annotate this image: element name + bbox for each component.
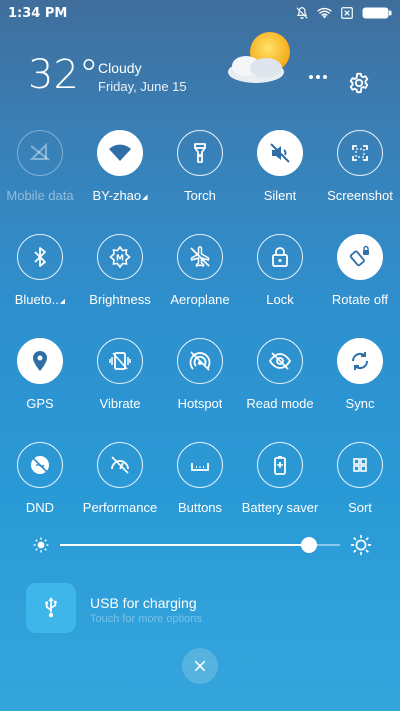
- tile-label: Blueto..: [14, 292, 59, 307]
- tile-label: BY-zhao: [92, 188, 142, 203]
- tile-label: Buttons: [177, 500, 223, 515]
- tile-label: DND: [25, 500, 55, 515]
- performance-icon: [97, 442, 143, 488]
- tile-performance[interactable]: Performance: [80, 442, 160, 546]
- brightness-high-icon: [350, 534, 372, 556]
- tile-label: Battery saver: [241, 500, 319, 515]
- status-icons: [295, 6, 392, 20]
- close-icon[interactable]: [182, 648, 218, 684]
- wifi-icon: [317, 7, 332, 20]
- tile-lock[interactable]: Lock: [240, 234, 320, 338]
- tile-label: Performance: [82, 500, 158, 515]
- weather-condition: Cloudy: [98, 60, 142, 76]
- tile-label: Brightness: [89, 292, 151, 307]
- tile-dnd[interactable]: DND: [0, 442, 80, 546]
- weather-header: 32° Cloudy Friday, June 15: [28, 32, 378, 102]
- tile-bluetooth[interactable]: Blueto..◢: [0, 234, 80, 338]
- tile-buttons[interactable]: Buttons: [160, 442, 240, 546]
- quick-settings-row: DND Performance Buttons Battery saver So…: [0, 442, 400, 546]
- lock-icon: [257, 234, 303, 280]
- tile-screenshot[interactable]: Screenshot: [320, 130, 400, 234]
- notifications-muted-icon: [295, 6, 309, 20]
- partly-cloudy-icon: [220, 28, 300, 88]
- quick-settings-row: Mobile data BY-zhao◢ Torch Silent Screen…: [0, 130, 400, 234]
- mobile-data-off-icon: [17, 130, 63, 176]
- battery-icon: [362, 7, 392, 19]
- tile-torch[interactable]: Torch: [160, 130, 240, 234]
- tile-hotspot[interactable]: Hotspot: [160, 338, 240, 442]
- expand-triangle-icon[interactable]: ◢: [60, 298, 65, 305]
- bluetooth-icon: [17, 234, 63, 280]
- tile-label: Lock: [266, 292, 294, 307]
- read-mode-icon: [257, 338, 303, 384]
- hotspot-icon: [177, 338, 223, 384]
- status-bar: 1:34 PM: [0, 0, 400, 26]
- tile-aeroplane[interactable]: Aeroplane: [160, 234, 240, 338]
- temperature: 32°: [28, 52, 99, 98]
- tile-gps[interactable]: GPS: [0, 338, 80, 442]
- usb-notification[interactable]: USB for charging Touch for more options: [26, 583, 386, 633]
- tile-label: Read mode: [246, 396, 314, 411]
- aeroplane-icon: [177, 234, 223, 280]
- rotate-lock-icon: [337, 234, 383, 280]
- tile-sync[interactable]: Sync: [320, 338, 400, 442]
- tile-wifi[interactable]: BY-zhao◢: [80, 130, 160, 234]
- tile-battery-saver[interactable]: Battery saver: [240, 442, 320, 546]
- buttons-icon: [177, 442, 223, 488]
- tile-rotate-off[interactable]: Rotate off: [320, 234, 400, 338]
- brightness-fill: [60, 544, 310, 546]
- tile-sort[interactable]: Sort: [320, 442, 400, 546]
- notification-title: USB for charging: [90, 595, 197, 611]
- torch-icon: [177, 130, 223, 176]
- tile-label: Silent: [263, 188, 297, 203]
- battery-saver-icon: [257, 442, 303, 488]
- weather-date: Friday, June 15: [98, 79, 187, 94]
- notification-subtitle: Touch for more options: [90, 613, 202, 625]
- tile-brightness[interactable]: M Brightness: [80, 234, 160, 338]
- tile-label: Vibrate: [99, 396, 141, 411]
- tile-label: Sync: [345, 396, 375, 411]
- brightness-slider[interactable]: [60, 537, 340, 553]
- tile-vibrate[interactable]: Vibrate: [80, 338, 160, 442]
- auto-brightness-icon: M: [97, 234, 143, 280]
- quick-settings-row: Blueto..◢ M Brightness Aeroplane Lock Ro…: [0, 234, 400, 338]
- svg-text:M: M: [116, 254, 124, 263]
- tile-label: Torch: [184, 188, 216, 203]
- brightness-slider-row: [32, 534, 372, 556]
- quick-settings-grid: Mobile data BY-zhao◢ Torch Silent Screen…: [0, 130, 400, 546]
- screenshot-icon: [337, 130, 383, 176]
- tile-silent[interactable]: Silent: [240, 130, 320, 234]
- tile-read-mode[interactable]: Read mode: [240, 338, 320, 442]
- gps-icon: [17, 338, 63, 384]
- tile-label: Hotspot: [177, 396, 223, 411]
- sort-icon: [337, 442, 383, 488]
- tile-label: Mobile data: [6, 188, 74, 203]
- silent-icon: [257, 130, 303, 176]
- wifi-icon: [97, 130, 143, 176]
- vibrate-icon: [97, 338, 143, 384]
- usb-icon: [26, 583, 76, 633]
- tile-mobile-data[interactable]: Mobile data: [0, 130, 80, 234]
- settings-gear-icon[interactable]: [348, 72, 370, 94]
- expand-triangle-icon[interactable]: ◢: [142, 194, 147, 201]
- brightness-thumb[interactable]: [301, 537, 318, 553]
- quick-settings-row: GPS Vibrate Hotspot Read mode Sync: [0, 338, 400, 442]
- more-icon[interactable]: [308, 70, 328, 84]
- tile-label: GPS: [26, 396, 54, 411]
- dnd-icon: [17, 442, 63, 488]
- sync-icon: [337, 338, 383, 384]
- tile-label: Rotate off: [331, 292, 389, 307]
- tile-label: Sort: [348, 500, 372, 515]
- brightness-low-icon: [32, 536, 50, 554]
- no-sim-icon: [340, 6, 354, 20]
- status-time: 1:34 PM: [8, 5, 68, 21]
- tile-label: Aeroplane: [170, 292, 230, 307]
- tile-label: Screenshot: [327, 188, 393, 203]
